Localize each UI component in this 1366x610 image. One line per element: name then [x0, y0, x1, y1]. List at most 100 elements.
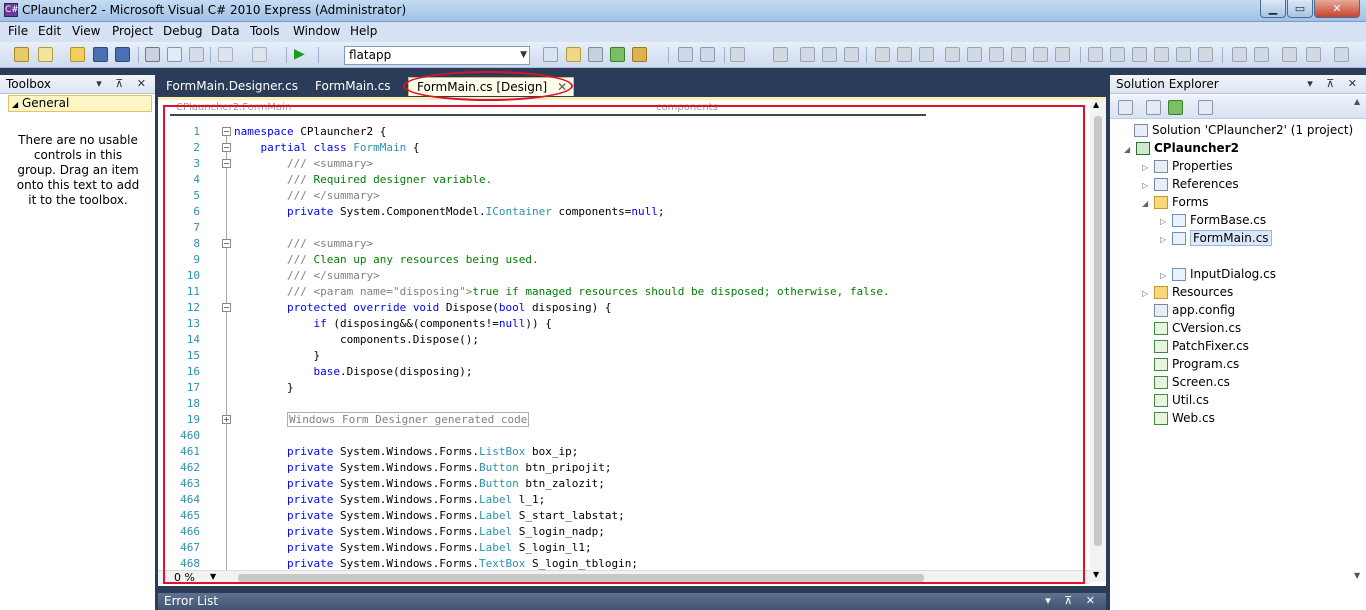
- panel-window-buttons[interactable]: ▾ ⊼ ✕: [96, 75, 151, 93]
- menu-help[interactable]: Help: [350, 24, 377, 38]
- scroll-down-icon[interactable]: ▼: [1093, 570, 1099, 579]
- decrease-vspacing-icon[interactable]: [1132, 47, 1147, 62]
- collapse-arrow-icon: ◢: [12, 100, 19, 109]
- expand-arrow-icon[interactable]: ▷: [1160, 231, 1172, 249]
- new-project-icon[interactable]: [14, 47, 29, 62]
- tree-item[interactable]: CVersion.cs: [1142, 319, 1241, 337]
- toolbar-separator: [724, 47, 725, 63]
- panel-window-buttons[interactable]: ▾ ⊼ ✕: [1307, 75, 1362, 93]
- save-icon[interactable]: [93, 47, 108, 62]
- make-same-height-icon[interactable]: [945, 47, 960, 62]
- align-left-icon[interactable]: [773, 47, 788, 62]
- make-same-width-icon[interactable]: [919, 47, 934, 62]
- tree-item[interactable]: PatchFixer.cs: [1142, 337, 1249, 355]
- maximize-button[interactable]: ▭: [1287, 0, 1313, 18]
- toolbox-group-general[interactable]: ◢ General: [8, 95, 152, 112]
- menu-tools[interactable]: Tools: [250, 24, 280, 38]
- center-horizontally-icon[interactable]: [1176, 47, 1191, 62]
- menu-project[interactable]: Project: [112, 24, 153, 38]
- menu-debug[interactable]: Debug: [163, 24, 202, 38]
- remove-spacing-icon[interactable]: [1055, 47, 1070, 62]
- center-vertically-icon[interactable]: [1198, 47, 1213, 62]
- toolbox-icon[interactable]: [632, 47, 647, 62]
- object-browser-icon[interactable]: [610, 47, 625, 62]
- tree-item[interactable]: ▷ FormBase.cs: [1160, 211, 1266, 229]
- tree-item[interactable]: Util.cs: [1142, 391, 1209, 409]
- tree-item[interactable]: Web.cs: [1142, 409, 1215, 427]
- redo-icon[interactable]: [252, 47, 267, 62]
- standard-toolbar: ▶ flatapp ▼: [0, 42, 1366, 68]
- form-icon: [1172, 232, 1186, 245]
- add-item-icon[interactable]: [38, 47, 53, 62]
- tree-item[interactable]: ▷ References: [1142, 175, 1239, 193]
- format-icon[interactable]: [1306, 47, 1321, 62]
- remove-vspacing-icon[interactable]: [1154, 47, 1169, 62]
- minimize-button[interactable]: ▁: [1260, 0, 1286, 18]
- menu-edit[interactable]: Edit: [38, 24, 61, 38]
- tree-item[interactable]: ▷ FormMain.cs: [1160, 229, 1272, 247]
- tab-order-icon[interactable]: [700, 47, 715, 62]
- find-in-files-icon[interactable]: [543, 47, 558, 62]
- solution-explorer-panel: Solution Explorer ▾ ⊼ ✕ Solution 'CPlaun…: [1110, 75, 1366, 610]
- toolbar-options-icon[interactable]: [1334, 47, 1349, 62]
- collapse-arrow-icon[interactable]: ◢: [1124, 141, 1136, 159]
- scroll-up-icon[interactable]: ▲: [1093, 100, 1099, 109]
- tree-item[interactable]: Program.cs: [1142, 355, 1239, 373]
- lock-controls-icon[interactable]: [1282, 47, 1297, 62]
- solution-explorer-icon[interactable]: [566, 47, 581, 62]
- increase-spacing-icon[interactable]: [1011, 47, 1026, 62]
- tree-item[interactable]: ▷ InputDialog.cs: [1160, 265, 1276, 283]
- scroll-thumb[interactable]: [1094, 116, 1102, 546]
- close-window-button[interactable]: ✕: [1314, 0, 1360, 18]
- save-all-icon[interactable]: [115, 47, 130, 62]
- vscroll-arrow-down-icon[interactable]: ▼: [1354, 571, 1360, 580]
- collapse-arrow-icon[interactable]: ◢: [1142, 195, 1154, 213]
- toolbox-empty-message[interactable]: There are no usable controls in this gro…: [16, 133, 140, 208]
- align-right-icon[interactable]: [822, 47, 837, 62]
- error-list-panel[interactable]: Error List ▾ ⊼ ✕: [158, 593, 1106, 610]
- increase-vspacing-icon[interactable]: [1110, 47, 1125, 62]
- properties-window-icon[interactable]: [588, 47, 603, 62]
- tree-item[interactable]: Screen.cs: [1142, 373, 1230, 391]
- open-icon[interactable]: [70, 47, 85, 62]
- vertical-scrollbar[interactable]: ▲ ▼: [1090, 100, 1106, 582]
- tree-item[interactable]: ▷ Properties: [1142, 157, 1233, 175]
- tab-formmain-designer[interactable]: FormMain.Designer.cs: [158, 77, 306, 96]
- view-code-icon[interactable]: [1198, 100, 1213, 115]
- align-bottom-icon[interactable]: [897, 47, 912, 62]
- menu-view[interactable]: View: [72, 24, 100, 38]
- tab-formmain-code[interactable]: FormMain.cs: [307, 77, 399, 96]
- menu-data[interactable]: Data: [211, 24, 240, 38]
- size-to-grid-icon[interactable]: [967, 47, 982, 62]
- horizontal-spacing-icon[interactable]: [989, 47, 1004, 62]
- send-to-back-icon[interactable]: [1254, 47, 1269, 62]
- decrease-spacing-icon[interactable]: [1033, 47, 1048, 62]
- menu-file[interactable]: File: [8, 24, 28, 38]
- panel-window-buttons[interactable]: ▾ ⊼ ✕: [1045, 593, 1100, 609]
- solution-config-dropdown[interactable]: flatapp ▼: [344, 46, 530, 65]
- show-all-files-icon[interactable]: [1146, 100, 1161, 115]
- references-icon: [1154, 178, 1168, 191]
- tree-item[interactable]: ◢ Forms: [1142, 193, 1208, 211]
- align-to-grid-icon[interactable]: [678, 47, 693, 62]
- copy-icon[interactable]: [167, 47, 182, 62]
- undo-icon[interactable]: [218, 47, 233, 62]
- tree-item[interactable]: ◢ CPlauncher2: [1124, 139, 1239, 157]
- tree-item[interactable]: ▷ Resources: [1142, 283, 1233, 301]
- paste-icon[interactable]: [189, 47, 204, 62]
- tree-item[interactable]: Solution 'CPlauncher2' (1 project): [1122, 121, 1353, 139]
- vscroll-arrow-up-icon[interactable]: ▲: [1354, 97, 1360, 106]
- align-top-icon[interactable]: [844, 47, 859, 62]
- tree-item[interactable]: app.config: [1142, 301, 1235, 319]
- vertical-spacing-icon[interactable]: [1088, 47, 1103, 62]
- bring-to-front-icon[interactable]: [1232, 47, 1247, 62]
- properties-icon[interactable]: [1118, 100, 1133, 115]
- cs-file-icon: [1154, 412, 1168, 425]
- cut-icon[interactable]: [145, 47, 160, 62]
- menu-window[interactable]: Window: [293, 24, 340, 38]
- layout-icon[interactable]: [730, 47, 745, 62]
- start-debug-icon[interactable]: ▶: [294, 47, 309, 62]
- align-center-icon[interactable]: [800, 47, 815, 62]
- align-middle-icon[interactable]: [875, 47, 890, 62]
- refresh-icon[interactable]: [1168, 100, 1183, 115]
